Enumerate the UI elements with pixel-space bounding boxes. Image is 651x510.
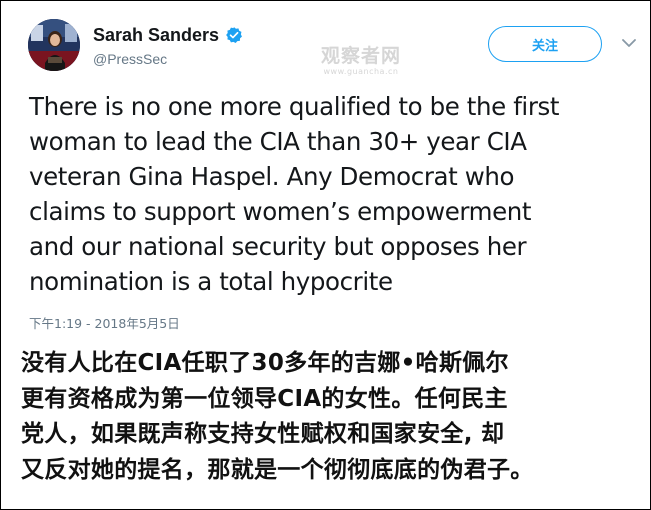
watermark: 观察者网 www.guancha.cn: [313, 45, 409, 77]
chinese-translation: 没有人比在CIA任职了30多年的吉娜•哈斯佩尔 更有资格成为第一位领导CIA的女…: [21, 350, 534, 483]
name-row: Sarah Sanders: [93, 23, 243, 47]
avatar[interactable]: [28, 19, 80, 71]
watermark-main: 观察者网: [320, 45, 401, 67]
display-name[interactable]: Sarah Sanders: [93, 25, 219, 46]
avatar-image: [28, 19, 80, 71]
watermark-sub: www.guancha.cn: [323, 67, 399, 76]
chevron-down-icon[interactable]: [621, 37, 637, 49]
tweet-card: Sarah Sanders @PressSec 观察者网 www.guancha…: [0, 0, 651, 510]
handle[interactable]: @PressSec: [93, 51, 167, 67]
verified-badge-icon: [226, 27, 243, 43]
tweet-text: There is no one more qualified to be the…: [29, 92, 560, 296]
follow-button[interactable]: 关注: [488, 26, 602, 62]
timestamp[interactable]: 下午1:19 - 2018年5月5日: [29, 313, 180, 332]
